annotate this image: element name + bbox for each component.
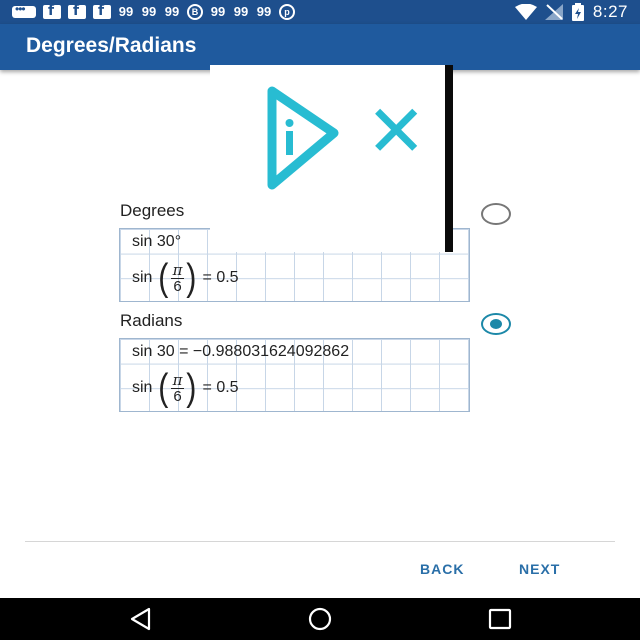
no-signal-icon <box>544 4 563 20</box>
degrees-fraction: π 6 <box>170 260 185 295</box>
quote-icon: 99 <box>233 4 249 19</box>
facebook-icon <box>43 3 61 19</box>
app-bar: Degrees/Radians <box>0 24 640 70</box>
system-icons: 8:27 <box>514 2 628 22</box>
radians-fraction: π 6 <box>170 370 185 405</box>
radians-fraction-numerator: π <box>170 370 185 389</box>
degrees-label: Degrees <box>120 201 185 220</box>
radians-line1: sin 30 = −0.988031624092862 <box>132 343 350 360</box>
ad-overlay[interactable]: ✕ <box>210 65 453 252</box>
quote-icon: 99 <box>256 4 272 19</box>
degrees-line2-prefix: sin <box>132 269 153 287</box>
next-button[interactable]: NEXT <box>519 561 560 577</box>
degrees-fraction-numerator: π <box>170 260 185 279</box>
radians-label: Radians <box>120 311 183 330</box>
b-circle-icon: B <box>187 4 203 20</box>
radians-fraction-denominator: 6 <box>173 387 182 405</box>
left-paren: ( <box>158 367 169 409</box>
facebook-icon <box>93 3 111 19</box>
notification-icons: 99 99 99 B 99 99 99 p <box>12 2 295 21</box>
status-time: 8:27 <box>592 2 628 21</box>
right-paren: ) <box>186 257 197 299</box>
ad-close-icon[interactable]: ✕ <box>366 95 426 167</box>
radians-radio[interactable] <box>481 313 511 335</box>
degrees-fraction-denominator: 6 <box>173 277 182 295</box>
home-circle-icon[interactable] <box>306 606 334 632</box>
status-bar: 99 99 99 B 99 99 99 p 8:27 <box>0 0 640 24</box>
radians-line2-prefix: sin <box>132 379 153 397</box>
back-button[interactable]: BACK <box>420 561 464 577</box>
radians-line2: sin ( π 6 ) = 0.5 <box>132 369 239 407</box>
chat-icon <box>12 2 36 18</box>
radians-example-box: sin 30 = −0.988031624092862 sin ( π 6 ) … <box>119 338 470 412</box>
quote-icon: 99 <box>141 4 157 19</box>
footer-divider <box>25 541 615 542</box>
degrees-line2-result: = 0.5 <box>202 269 239 287</box>
back-triangle-icon[interactable] <box>127 606 155 632</box>
right-paren: ) <box>186 367 197 409</box>
left-paren: ( <box>158 257 169 299</box>
degrees-radio[interactable] <box>481 203 511 225</box>
recents-square-icon[interactable] <box>486 606 514 632</box>
radians-line2-result: = 0.5 <box>202 379 239 397</box>
page-title: Degrees/Radians <box>26 34 197 57</box>
degrees-fraction-group: ( π 6 ) <box>157 259 198 297</box>
radians-fraction-group: ( π 6 ) <box>157 369 198 407</box>
quote-icon: 99 <box>164 4 180 19</box>
degrees-line1: sin 30° <box>132 233 182 250</box>
quote-icon: 99 <box>210 4 226 19</box>
battery-charging-icon <box>571 3 584 21</box>
quote-icon: 99 <box>118 4 134 19</box>
facebook-icon <box>68 3 86 19</box>
degrees-line2: sin ( π 6 ) = 0.5 <box>132 259 239 297</box>
navigation-bar <box>0 598 640 640</box>
adchoices-play-icon[interactable] <box>266 85 340 195</box>
pinterest-icon: p <box>279 4 295 20</box>
wifi-icon <box>514 4 537 20</box>
